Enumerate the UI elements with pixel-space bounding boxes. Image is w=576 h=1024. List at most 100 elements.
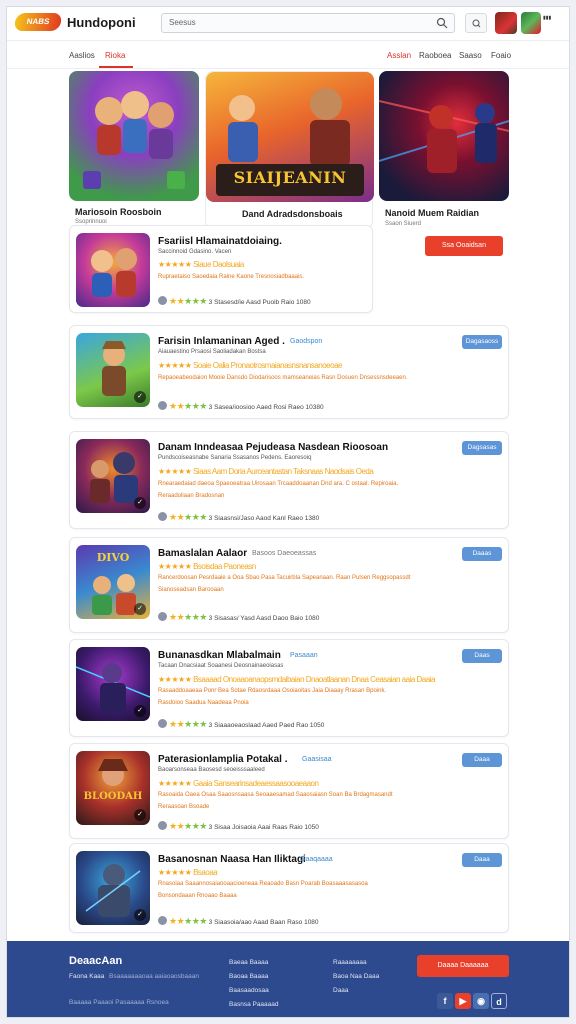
app-rating-stars-4: ★★★★★ Bsaaaad Onoaaoanaopsmdaibaian Dnao… (158, 675, 435, 684)
app-rating-4: ★★★★★ Bsaaaad Onoaaoanaopsmdaibaian Dnao… (158, 675, 435, 684)
app-extra-text-6: Bonsondaaan Rnoaao Baaaa (158, 893, 237, 899)
search-small-icon (472, 19, 481, 28)
download-button-5[interactable]: Daaa (462, 753, 502, 767)
footer-link[interactable]: Baoa Naa Daaa (333, 973, 379, 980)
app-tag-4[interactable]: Pasaaan (290, 652, 318, 659)
clock-icon (158, 512, 167, 521)
featured-image-2[interactable] (379, 71, 509, 201)
nav-tab-left-1[interactable]: Rioka (105, 51, 125, 60)
footer-link[interactable]: Baaaaa Paaaoi Pasaaaaa Rsnoea (69, 999, 169, 1006)
app-rating-stars-0: ★★★★★ Siaue Daolsuaia (158, 260, 244, 269)
app-card-5[interactable]: BLOODAH ✓ Paterasionlamplia Potakal . Ga… (69, 743, 509, 839)
app-art-text-5: BLOODAH (83, 791, 143, 802)
footer-link[interactable]: Raaaaaaaa (333, 959, 367, 966)
footer-link[interactable]: Baeaa Baaaa (229, 959, 268, 966)
app-rating-stars-3: ★★★★★ Bsoisdaa Paoneasn (158, 562, 256, 571)
app-title-0[interactable]: Fsariisl Hlamainatdoiaing. (158, 236, 282, 247)
featured-image-0[interactable] (69, 71, 199, 201)
app-title-6[interactable]: Basanosnan Naasa Han Iliktagi (158, 854, 306, 865)
discord-icon[interactable]: d (491, 993, 507, 1009)
app-extra-text-3: Sianoseadsan Barooaan (158, 587, 224, 593)
search-input[interactable]: Seesus (161, 13, 455, 33)
footer-link[interactable]: Daaa (333, 987, 349, 994)
twitch-icon[interactable]: ◉ (473, 993, 489, 1009)
footer-cta-button[interactable]: Daaaa Daaaaaa (417, 955, 509, 977)
featured-card-0[interactable]: Mariosoin Roosboin Ssoprinnuoi (69, 71, 199, 229)
app-extra-3: Sianoseadsan Barooaan (158, 587, 224, 593)
user-avatar[interactable] (495, 12, 517, 34)
featured-art-2 (379, 100, 509, 173)
app-thumbnail-3[interactable]: DIVO ✓ (76, 545, 150, 619)
app-title-1[interactable]: Farisin Inlamaninan Aged . (158, 336, 285, 347)
download-button-4[interactable]: Daas (462, 649, 502, 663)
rating-icons-green-2: ★★★ (184, 512, 207, 522)
footer-link[interactable]: Baasaadosaa (229, 987, 269, 994)
app-tag-3[interactable]: Basoos Daeoeassas (252, 550, 316, 557)
app-title-2[interactable]: Danam Inndeasaa Pejudeasa Nasdean Riooso… (158, 442, 388, 453)
app-thumbnail-1[interactable]: ✓ (76, 333, 150, 407)
download-button-6[interactable]: Daaa (462, 853, 502, 867)
app-card-6[interactable]: ✓ Basanosnan Naasa Han Iliktagi Gaaqaaaa… (69, 843, 509, 933)
app-subtitle-4: Tacaan Dnacsiaat Soaanesi Deosnainaeoias… (158, 663, 284, 669)
site-title[interactable]: Hundoponi (67, 15, 136, 30)
site-logo[interactable]: NABS (13, 13, 63, 31)
app-description-text-4: Rasaaddoaaeaa Ponr Bea Sotae Rdaosrdaaa … (158, 688, 387, 694)
notifications-button[interactable] (465, 13, 487, 33)
app-rating-3: ★★★★★ Bsoisdaa Paoneasn (158, 562, 256, 571)
download-button-2[interactable]: Dagsasas (462, 441, 502, 455)
nav-tab-right-0[interactable]: Asslan (387, 51, 411, 60)
download-button-1[interactable]: Dagasaoss (462, 335, 502, 349)
nav-tab-left-0[interactable]: Aaslios (69, 51, 95, 60)
facebook-icon[interactable]: f (437, 993, 453, 1009)
profile-badge-icon[interactable] (521, 12, 541, 34)
app-meta-text-5: 3 Sisaa Joisaoia Aaai Raas Raio 1050 (208, 824, 319, 831)
featured-art-0 (83, 91, 185, 189)
app-title-4[interactable]: Bunanasdkan Mlabalmain (158, 650, 281, 661)
nav-tab-right-3[interactable]: Foaio (491, 51, 511, 60)
clock-icon (158, 612, 167, 621)
rating-icons-6: ★★ (169, 916, 185, 926)
app-title-5[interactable]: Paterasionlamplia Potakal . (158, 754, 288, 765)
app-tag-5[interactable]: Gaasisaa (302, 756, 332, 763)
footer-link[interactable]: Faona Kaaa (69, 973, 104, 980)
footer-link[interactable]: Bsaaaaaaaoaa aaiaoaosbaaan (109, 973, 199, 980)
featured-card-1[interactable]: SIAIJEANIN Dand Adradsdonsboais (205, 71, 374, 229)
app-tag-1[interactable]: Gaodspon (290, 338, 322, 345)
app-extra-text-5: Reraasoan Bsoade (158, 804, 210, 810)
app-thumbnail-6[interactable]: ✓ (76, 851, 150, 925)
app-meta-text-6: 3 Siaasoia/aao Aaad Baan Raso 1080 (208, 919, 319, 926)
app-thumbnail-2[interactable]: ✓ (76, 439, 150, 513)
app-rating-6: ★★★★★ Bsaoaa (158, 868, 218, 877)
footer-brand[interactable]: DeaacAan (69, 955, 122, 967)
featured-card-2[interactable]: Nanoid Muem Raidian Ssaon Siuerd Ssa Ooa… (379, 71, 509, 311)
app-card-4[interactable]: ✓ Bunanasdkan Mlabalmain Pasaaan Tacaan … (69, 639, 509, 737)
app-tag-6[interactable]: Gaaqaaaa (300, 856, 333, 863)
footer-link[interactable]: Baoaa Baaaa (229, 973, 268, 980)
app-description-3: Rancerdoosan Pesrdaaie a Ooa Sbao Pasa T… (158, 575, 410, 581)
rating-icons-4: ★★ (169, 719, 185, 729)
app-thumbnail-0[interactable] (76, 233, 150, 307)
rating-icons-green-5: ★★★ (184, 821, 207, 831)
featured-action-button[interactable]: Ssa Ooaidsan (425, 236, 503, 256)
app-thumbnail-5[interactable]: BLOODAH ✓ (76, 751, 150, 825)
download-button-3[interactable]: Daaas (462, 547, 502, 561)
app-badge-icon: ✓ (134, 809, 146, 821)
featured-image-1[interactable]: SIAIJEANIN (206, 72, 374, 202)
youtube-icon[interactable]: ▶ (455, 993, 471, 1009)
app-title-3[interactable]: Bamaslalan Aalaor (158, 548, 247, 559)
app-thumbnail-4[interactable]: ✓ (76, 647, 150, 721)
app-subtitle-2: Pundscoiseasnabe Sanaria Ssasanos Pedens… (158, 455, 312, 461)
nav-tab-right-2[interactable]: Saaso (459, 51, 482, 60)
clock-icon (158, 401, 167, 410)
app-card-0[interactable]: Fsariisl Hlamainatdoiaing. Saccinnoid Gd… (69, 225, 373, 313)
app-card-2[interactable]: ✓ Danam Inndeasaa Pejudeasa Nasdean Rioo… (69, 431, 509, 529)
app-art-0 (91, 248, 137, 297)
app-card-3[interactable]: DIVO ✓ Bamaslalan Aalaor Basoos Daeoeass… (69, 537, 509, 633)
app-subtitle-0: Saccinnoid Gdasino. Vacen (158, 249, 232, 255)
app-rating-0: ★★★★★ Siaue Daolsuaia (158, 260, 244, 269)
nav-tab-right-1[interactable]: Raoboea (419, 51, 451, 60)
app-card-1[interactable]: ✓ Farisin Inlamaninan Aged . Gaodspon Ai… (69, 325, 509, 419)
search-icon[interactable] (436, 17, 448, 29)
app-description-1: Repaoeabeodaion Mooie Dansdo Diodarisoos… (158, 375, 408, 381)
footer-link[interactable]: Basnsa Paaaaad (229, 1001, 279, 1008)
